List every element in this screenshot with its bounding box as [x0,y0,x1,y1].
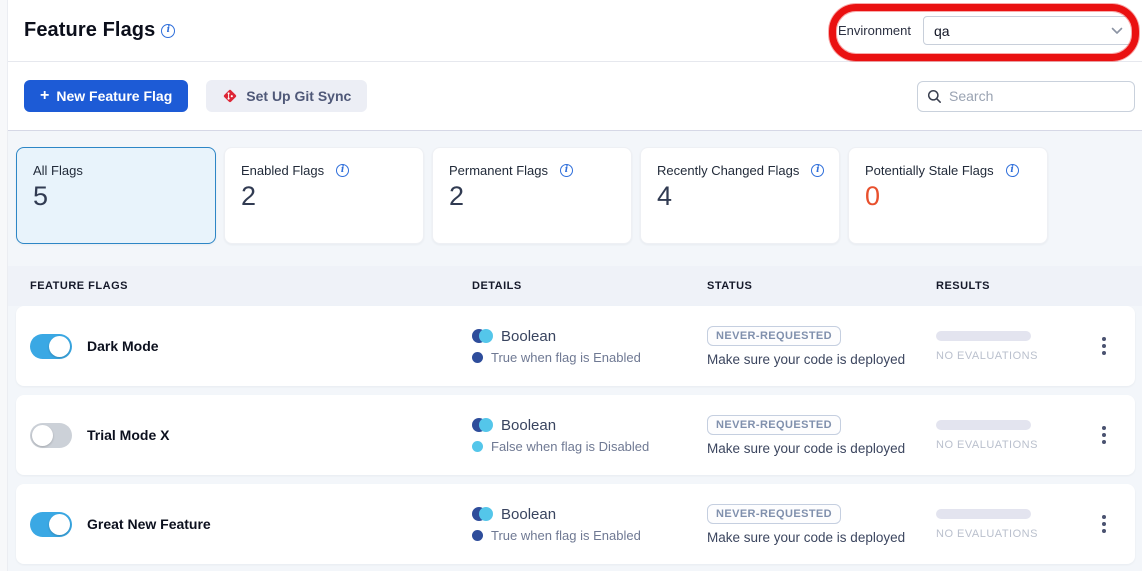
results-label: NO EVALUATIONS [936,528,1096,540]
value-dot-icon [472,530,483,541]
flag-type: Boolean [501,328,556,345]
status-badge: NEVER-REQUESTED [707,504,841,524]
stat-label: All Flags [33,163,83,178]
table-header: FEATURE FLAGS DETAILS STATUS RESULTS [8,266,1142,306]
results-bar [936,509,1031,519]
stat-card-potentially-stale-flags[interactable]: Potentially Stale Flags 0 [848,147,1048,244]
flag-default-value: True when flag is Enabled [491,350,641,365]
row-menu-button[interactable] [1096,509,1112,539]
plus-icon: + [40,87,49,105]
flag-default-value: False when flag is Disabled [491,439,649,454]
boolean-type-icon [472,507,493,521]
environment-label: Environment [838,23,911,38]
sidebar-edge [0,0,8,571]
status-text: Make sure your code is deployed [707,441,936,456]
status-text: Make sure your code is deployed [707,352,936,367]
flag-toggle[interactable] [30,512,72,537]
row-menu-button[interactable] [1096,331,1112,361]
results-bar [936,420,1031,430]
search-input[interactable] [949,88,1125,104]
status-badge: NEVER-REQUESTED [707,415,841,435]
flag-name[interactable]: Dark Mode [87,338,159,354]
table-row[interactable]: Dark Mode Boolean True when flag is Enab… [16,306,1135,386]
setup-git-sync-button[interactable]: Set Up Git Sync [206,80,367,112]
setup-git-sync-label: Set Up Git Sync [246,88,351,104]
stat-card-recently-changed-flags[interactable]: Recently Changed Flags 4 [640,147,840,244]
status-text: Make sure your code is deployed [707,530,936,545]
stat-value: 5 [33,181,199,212]
stat-value: 2 [241,181,407,212]
flag-type: Boolean [501,506,556,523]
stats-row: All Flags 5 Enabled Flags 2 Permanent Fl… [16,147,1135,244]
environment-value: qa [934,23,950,39]
search-icon [927,89,942,104]
stat-value: 4 [657,181,823,212]
info-icon[interactable] [811,164,824,177]
stat-card-all-flags[interactable]: All Flags 5 [16,147,216,244]
stat-label: Enabled Flags [241,163,324,178]
boolean-type-icon [472,418,493,432]
stat-label: Permanent Flags [449,163,548,178]
stat-card-permanent-flags[interactable]: Permanent Flags 2 [432,147,632,244]
stat-card-enabled-flags[interactable]: Enabled Flags 2 [224,147,424,244]
chevron-down-icon [1111,27,1123,35]
stat-label: Potentially Stale Flags [865,163,994,178]
flag-name[interactable]: Trial Mode X [87,427,169,443]
table-row[interactable]: Great New Feature Boolean True when flag… [16,484,1135,564]
new-feature-flag-label: New Feature Flag [56,88,172,104]
page-title: Feature Flags [24,19,155,42]
results-label: NO EVALUATIONS [936,350,1096,362]
results-label: NO EVALUATIONS [936,439,1096,451]
column-header-details: DETAILS [472,280,707,292]
flag-default-value: True when flag is Enabled [491,528,641,543]
value-dot-icon [472,441,483,452]
page-header: Feature Flags Environment qa [8,0,1142,62]
flag-toggle[interactable] [30,334,72,359]
results-bar [936,331,1031,341]
flag-name[interactable]: Great New Feature [87,516,211,532]
row-menu-button[interactable] [1096,420,1112,450]
info-icon[interactable] [161,24,175,38]
new-feature-flag-button[interactable]: + New Feature Flag [24,80,188,112]
flag-toggle[interactable] [30,423,72,448]
boolean-type-icon [472,329,493,343]
table-row[interactable]: Trial Mode X Boolean False when flag is … [16,395,1135,475]
value-dot-icon [472,352,483,363]
status-badge: NEVER-REQUESTED [707,326,841,346]
stat-value: 2 [449,181,615,212]
environment-selector: Environment qa [838,16,1134,45]
info-icon[interactable] [1006,164,1019,177]
toolbar: + New Feature Flag Set Up Git Sync [8,62,1142,131]
column-header-results: RESULTS [936,280,1096,292]
info-icon[interactable] [336,164,349,177]
column-header-feature-flags: FEATURE FLAGS [30,280,472,292]
stat-label: Recently Changed Flags [657,163,799,178]
column-header-status: STATUS [707,280,936,292]
flag-type: Boolean [501,417,556,434]
environment-dropdown[interactable]: qa [923,16,1134,45]
search-box[interactable] [917,81,1135,112]
info-icon[interactable] [560,164,573,177]
stat-value: 0 [865,181,1031,212]
git-icon [222,88,238,104]
